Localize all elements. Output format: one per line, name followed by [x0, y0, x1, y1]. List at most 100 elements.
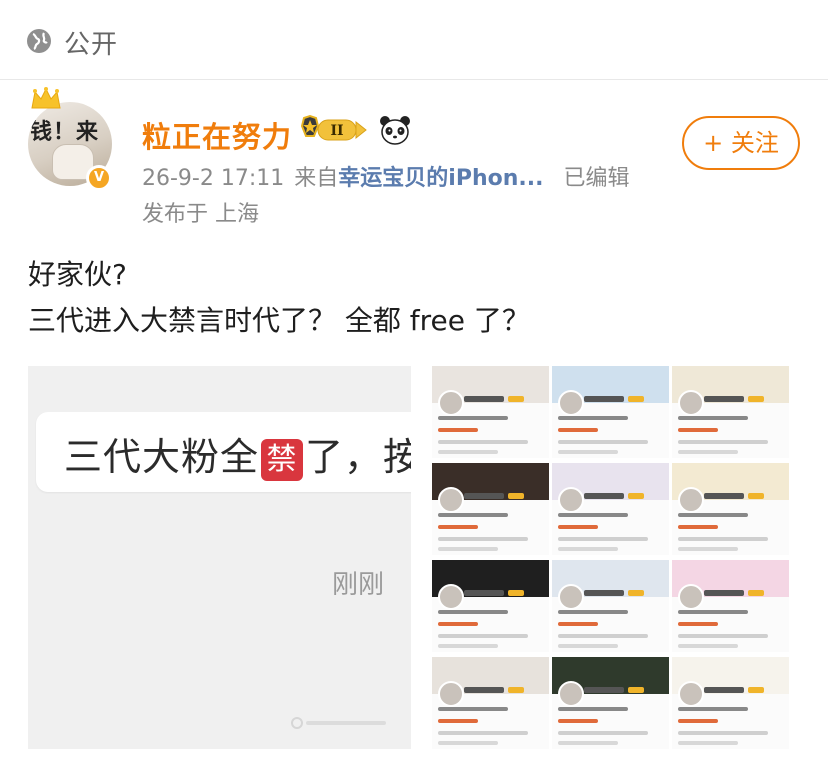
thumbnail-notice — [558, 525, 598, 529]
thumbnail-notice — [558, 622, 598, 626]
thumbnail-row — [678, 450, 738, 454]
thumbnail-badge — [628, 396, 644, 402]
thumbnail-row — [438, 634, 528, 638]
thumbnail-row — [438, 440, 528, 444]
thumbnail-badge — [508, 396, 524, 402]
profile-screenshot-thumbnail — [672, 560, 789, 652]
thumbnail-name — [704, 493, 744, 499]
chat-bubble-text: 三代大粉全禁了，按 — [64, 426, 411, 481]
profile-screenshot-thumbnail — [672, 463, 789, 555]
thumbnail-notice — [678, 622, 718, 626]
post-line: 好家伙? — [28, 258, 127, 291]
thumbnail-notice — [438, 622, 478, 626]
thumbnail-name — [584, 493, 624, 499]
thumbnail-stats — [438, 610, 508, 614]
thumbnail-row — [558, 440, 648, 444]
thumbnail-row — [438, 741, 498, 745]
thumbnail-row — [438, 731, 528, 735]
thumbnail-badge — [508, 590, 524, 596]
edited-label: 已编辑 — [563, 166, 630, 191]
verified-badge: V — [86, 165, 112, 191]
thumbnail-stats — [438, 707, 508, 711]
post-content: 好家伙? 三代进入大禁言时代了？ 全都 free 了？ — [28, 252, 530, 344]
thumbnail-avatar — [438, 487, 464, 513]
thumbnail-row — [558, 741, 618, 745]
thumbnail-row — [678, 440, 768, 444]
post-location: 发布于 上海 — [142, 202, 259, 227]
watermark-icon — [291, 717, 386, 729]
thumbnail-notice — [558, 719, 598, 723]
thumbnail-avatar — [558, 681, 584, 707]
source-prefix: 来自 — [294, 166, 339, 191]
thumbnail-row — [678, 644, 738, 648]
thumbnail-row — [558, 537, 648, 541]
thumbnail-name — [704, 687, 744, 693]
thumbnail-badge — [628, 493, 644, 499]
thumbnail-row — [438, 644, 498, 648]
thumbnail-avatar — [678, 390, 704, 416]
thumbnail-name — [464, 493, 504, 499]
thumbnail-name — [704, 396, 744, 402]
thumbnail-stats — [678, 513, 748, 517]
thumbnail-stats — [558, 513, 628, 517]
profile-screenshot-thumbnail — [432, 463, 549, 555]
thumbnail-badge — [508, 493, 524, 499]
thumbnail-avatar — [678, 487, 704, 513]
thumbnail-badge — [628, 687, 644, 693]
thumbnail-stats — [558, 416, 628, 420]
thumbnail-badge — [748, 590, 764, 596]
profile-screenshot-thumbnail — [552, 657, 669, 749]
profile-screenshot-thumbnail — [672, 366, 789, 458]
visibility-label: 公开 — [64, 30, 119, 60]
thumbnail-row — [438, 547, 498, 551]
thumbnail-name — [584, 396, 624, 402]
thumbnail-avatar — [558, 487, 584, 513]
thumbnail-badge — [748, 396, 764, 402]
thumbnail-avatar — [438, 390, 464, 416]
thumbnail-name — [464, 687, 504, 693]
profile-screenshot-thumbnail — [432, 560, 549, 652]
avatar-caption: 钱！来 — [30, 120, 100, 145]
thumbnail-row — [678, 537, 768, 541]
bubble-text-after: 了，按 — [305, 435, 411, 479]
thumbnail-row — [678, 731, 768, 735]
post-meta: 26-9-2 17:11 来自幸运宝贝的iPhon... 已编辑 — [142, 160, 629, 192]
thumbnail-notice — [678, 719, 718, 723]
thumbnail-notice — [678, 428, 718, 432]
profile-screenshot-thumbnail — [432, 366, 549, 458]
thumbnail-avatar — [438, 681, 464, 707]
thumbnail-row — [558, 450, 618, 454]
thumbnail-name — [464, 590, 504, 596]
thumbnail-row — [558, 644, 618, 648]
thumbnail-notice — [438, 428, 478, 432]
globe-icon — [27, 29, 51, 53]
profile-screenshot-thumbnail — [552, 463, 669, 555]
bubble-text-before: 三代大粉全 — [64, 435, 260, 479]
thumbnail-row — [558, 731, 648, 735]
thumbnail-notice — [558, 428, 598, 432]
thumbnail-row — [678, 547, 738, 551]
thumbnail-name — [704, 590, 744, 596]
thumbnail-badge — [748, 687, 764, 693]
post-image-chat[interactable]: 三代大粉全禁了，按 刚刚 — [28, 366, 411, 749]
thumbnail-row — [438, 537, 528, 541]
thumbnail-avatar — [558, 584, 584, 610]
thumbnail-row — [558, 634, 648, 638]
thumbnail-avatar — [678, 681, 704, 707]
follow-button[interactable]: + 关注 — [682, 116, 800, 170]
thumbnail-row — [678, 634, 768, 638]
thumbnail-name — [584, 687, 624, 693]
profile-screenshot-thumbnail — [672, 657, 789, 749]
post-source-link[interactable]: 幸运宝贝的iPhon... — [338, 166, 543, 191]
thumbnail-stats — [438, 513, 508, 517]
chat-bubble: 三代大粉全禁了，按 — [36, 412, 411, 492]
thumbnail-row — [438, 450, 498, 454]
author-name[interactable]: 粒正在努力 — [142, 114, 292, 156]
thumbnail-badge — [628, 590, 644, 596]
thumbnail-stats — [558, 707, 628, 711]
thumbnail-name — [584, 590, 624, 596]
post-image-grid[interactable] — [432, 366, 789, 749]
panda-icon — [380, 116, 410, 145]
ban-emoji-icon: 禁 — [261, 438, 304, 481]
thumbnail-notice — [438, 525, 478, 529]
